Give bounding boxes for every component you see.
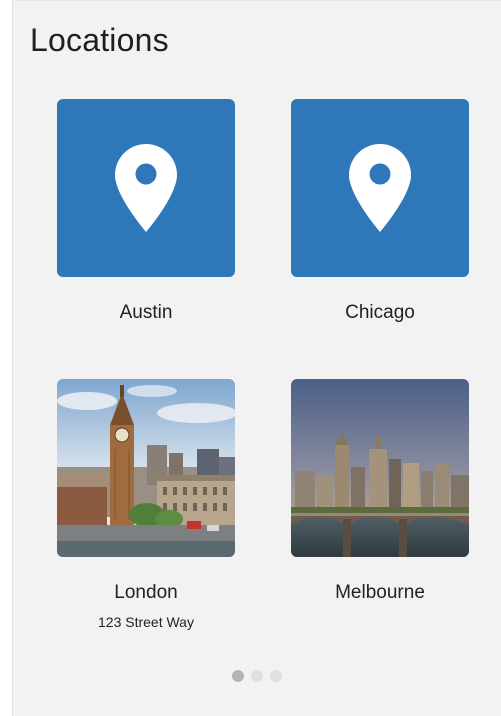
location-tile-austin[interactable] xyxy=(57,99,235,277)
map-pin-icon xyxy=(349,144,411,232)
location-tile-melbourne[interactable] xyxy=(291,379,469,557)
melbourne-photo xyxy=(291,379,469,557)
page-dot-3[interactable] xyxy=(270,670,282,682)
location-name[interactable]: Chicago xyxy=(291,302,469,324)
location-address: 123 Street Way xyxy=(98,614,194,630)
location-tile-london[interactable] xyxy=(57,379,235,557)
map-pin-icon xyxy=(115,144,177,232)
carousel-pagination xyxy=(232,670,282,682)
location-name[interactable]: London xyxy=(57,582,235,604)
page-title: Locations xyxy=(30,22,169,58)
page-dot-2[interactable] xyxy=(251,670,263,682)
page-dot-1[interactable] xyxy=(232,670,244,682)
london-photo xyxy=(57,379,235,557)
location-tile-chicago[interactable] xyxy=(291,99,469,277)
location-name[interactable]: Austin xyxy=(57,302,235,324)
location-name[interactable]: Melbourne xyxy=(291,582,469,604)
